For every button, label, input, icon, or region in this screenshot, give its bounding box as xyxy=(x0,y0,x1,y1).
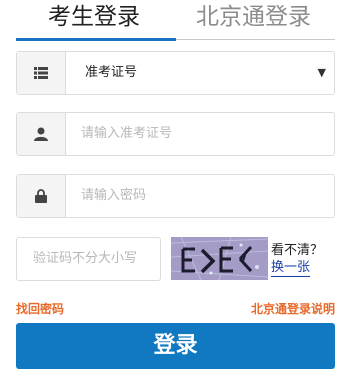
forgot-password-link[interactable]: 找回密码 xyxy=(16,300,64,317)
exam-number-placeholder: 请输入准考证号 xyxy=(81,126,173,141)
captcha-hint-text: 看不清？ xyxy=(271,243,324,258)
captcha-input[interactable]: 验证码不分大小写 xyxy=(16,237,161,281)
user-icon-box xyxy=(17,113,66,155)
lock-icon-box xyxy=(17,175,66,217)
exam-number-field[interactable]: 请输入准考证号 xyxy=(16,112,335,156)
active-tab-underline xyxy=(16,38,176,41)
dropdown-caret-icon: ▼ xyxy=(317,66,326,79)
user-icon xyxy=(34,127,48,141)
login-button[interactable]: 登录 xyxy=(16,323,335,369)
refresh-captcha-link[interactable]: 换一张 xyxy=(271,260,311,277)
captcha-placeholder: 验证码不分大小写 xyxy=(33,251,138,266)
id-type-select[interactable]: 准考证号 ▼ xyxy=(16,51,335,95)
bjt-login-help-link[interactable]: 北京通登录说明 xyxy=(251,300,335,317)
captcha-image[interactable] xyxy=(171,237,268,280)
tab-bjt-login[interactable]: 北京通登录 xyxy=(196,0,311,31)
list-icon xyxy=(34,67,48,79)
login-tabs: 考生登录 北京通登录 xyxy=(0,0,349,41)
tab-divider xyxy=(176,39,335,40)
lock-icon xyxy=(35,189,47,203)
password-field[interactable]: 请输入密码 xyxy=(16,174,335,218)
password-placeholder: 请输入密码 xyxy=(81,188,147,203)
list-icon-box xyxy=(17,52,66,94)
id-type-value: 准考证号 xyxy=(85,65,138,80)
tab-candidate-login[interactable]: 考生登录 xyxy=(48,0,140,31)
